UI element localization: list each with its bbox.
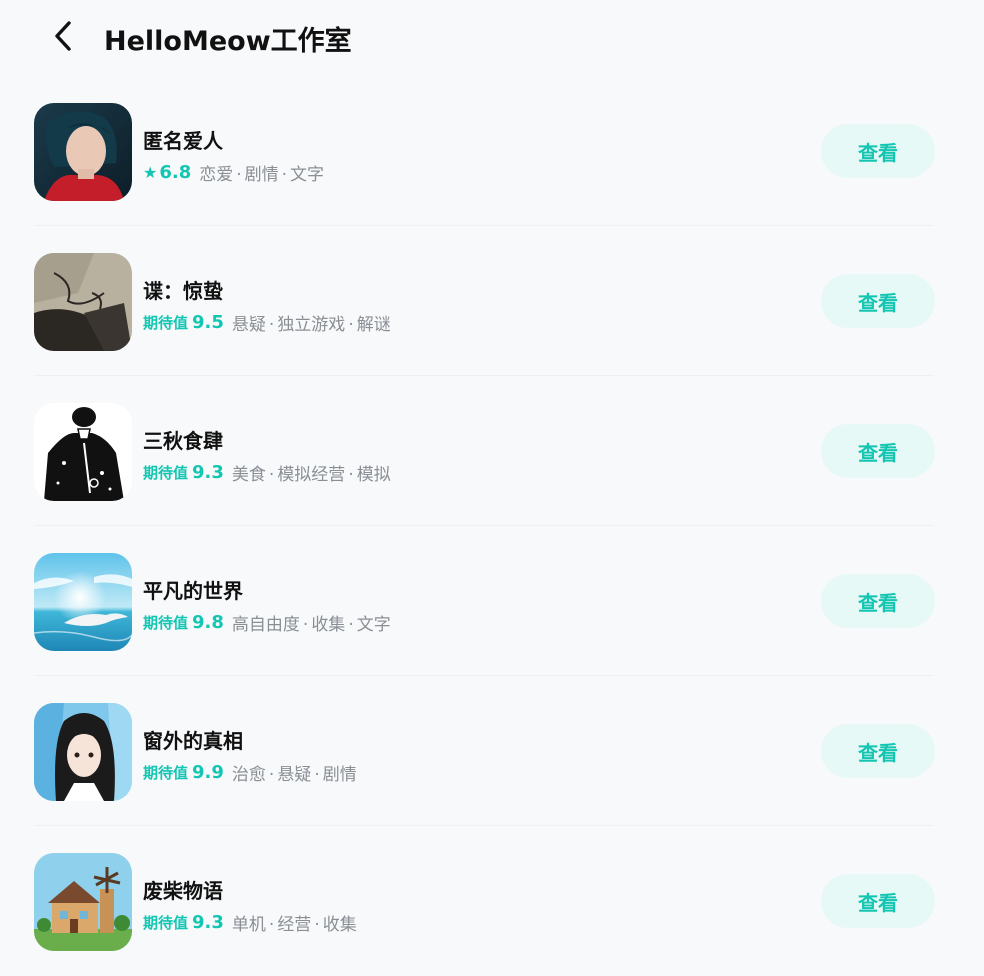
anticipation: 期待值 9.3 bbox=[143, 462, 224, 483]
game-meta: 期待值 9.9 治愈 · 悬疑 · 剧情 bbox=[143, 760, 357, 785]
back-button[interactable] bbox=[48, 18, 78, 54]
tags: 治愈 · 悬疑 · 剧情 bbox=[231, 765, 357, 785]
page-title: HelloMeow工作室 bbox=[104, 26, 352, 57]
star-icon: ★ bbox=[143, 163, 158, 182]
anticipation-value: 9.3 bbox=[192, 462, 224, 483]
anticipation-value: 9.9 bbox=[192, 762, 224, 783]
tags: 悬疑 · 独立游戏 · 解谜 bbox=[231, 315, 391, 335]
game-meta: ★ 6.8 恋爱 · 剧情 · 文字 bbox=[143, 160, 324, 185]
tags: 单机 · 经营 · 收集 bbox=[231, 915, 357, 935]
game-icon-truth-outside-window bbox=[34, 703, 132, 801]
anticipation-value: 9.8 bbox=[192, 612, 224, 633]
list-item[interactable]: 窗外的真相 期待值 9.9 治愈 · 悬疑 · 剧情 查看 bbox=[0, 676, 984, 826]
tag: 悬疑 bbox=[231, 315, 266, 335]
tag: 单机 bbox=[231, 915, 266, 935]
game-name: 匿名爱人 bbox=[143, 129, 223, 153]
tag: 独立游戏 bbox=[277, 315, 346, 335]
view-button[interactable]: 查看 bbox=[821, 124, 935, 178]
game-meta: 期待值 9.8 高自由度 · 收集 · 文字 bbox=[143, 610, 391, 635]
tag: 模拟经营 bbox=[277, 465, 346, 485]
header: HelloMeow工作室 bbox=[0, 0, 984, 76]
tag: 收集 bbox=[311, 615, 346, 635]
list-item[interactable]: 废柴物语 期待值 9.3 单机 · 经营 · 收集 查看 bbox=[0, 826, 984, 976]
list-item[interactable]: 平凡的世界 期待值 9.8 高自由度 · 收集 · 文字 查看 bbox=[0, 526, 984, 676]
game-name: 平凡的世界 bbox=[143, 579, 243, 603]
tag: 文字 bbox=[290, 165, 325, 185]
view-button[interactable]: 查看 bbox=[821, 574, 935, 628]
tag: 剧情 bbox=[322, 765, 357, 785]
game-name: 谍：惊蛰 bbox=[143, 279, 223, 303]
tags: 高自由度 · 收集 · 文字 bbox=[231, 615, 391, 635]
view-button[interactable]: 查看 bbox=[821, 424, 935, 478]
view-button[interactable]: 查看 bbox=[821, 274, 935, 328]
tag: 治愈 bbox=[231, 765, 266, 785]
anticipation: 期待值 9.3 bbox=[143, 912, 224, 933]
tag: 经营 bbox=[277, 915, 312, 935]
list-item[interactable]: 匿名爱人 ★ 6.8 恋爱 · 剧情 · 文字 查看 bbox=[0, 76, 984, 226]
tag: 剧情 bbox=[244, 165, 279, 185]
tag: 恋爱 bbox=[199, 165, 234, 185]
view-button[interactable]: 查看 bbox=[821, 874, 935, 928]
anticipation-label: 期待值 bbox=[143, 614, 189, 632]
tag: 解谜 bbox=[356, 315, 391, 335]
tags: 恋爱 · 剧情 · 文字 bbox=[199, 165, 325, 185]
tag: 高自由度 bbox=[231, 615, 300, 635]
tags: 美食 · 模拟经营 · 模拟 bbox=[231, 465, 391, 485]
tag: 美食 bbox=[231, 465, 266, 485]
game-meta: 期待值 9.5 悬疑 · 独立游戏 · 解谜 bbox=[143, 310, 391, 335]
list-item[interactable]: 三秋食肆 期待值 9.3 美食 · 模拟经营 · 模拟 查看 bbox=[0, 376, 984, 526]
tag: 收集 bbox=[322, 915, 357, 935]
game-name: 窗外的真相 bbox=[143, 729, 243, 753]
list-item[interactable]: 谍：惊蛰 期待值 9.5 悬疑 · 独立游戏 · 解谜 查看 bbox=[0, 226, 984, 376]
game-icon-anonymous-lover bbox=[34, 103, 132, 201]
anticipation-label: 期待值 bbox=[143, 764, 189, 782]
chevron-left-icon bbox=[55, 21, 71, 51]
anticipation: 期待值 9.5 bbox=[143, 312, 224, 333]
game-list: 匿名爱人 ★ 6.8 恋爱 · 剧情 · 文字 查看 谍：惊蛰 期待值 9.5 … bbox=[0, 76, 984, 976]
game-meta: 期待值 9.3 单机 · 经营 · 收集 bbox=[143, 910, 357, 935]
game-icon-spy-jingzhe bbox=[34, 253, 132, 351]
game-icon-feichai-wuyu bbox=[34, 853, 132, 951]
game-icon-ordinary-world bbox=[34, 553, 132, 651]
rating-value: 6.8 bbox=[159, 162, 192, 183]
tag: 悬疑 bbox=[277, 765, 312, 785]
view-button[interactable]: 查看 bbox=[821, 724, 935, 778]
game-meta: 期待值 9.3 美食 · 模拟经营 · 模拟 bbox=[143, 460, 391, 485]
anticipation-value: 9.5 bbox=[192, 312, 224, 333]
anticipation-label: 期待值 bbox=[143, 464, 189, 482]
tag: 文字 bbox=[356, 615, 391, 635]
game-name: 废柴物语 bbox=[143, 879, 223, 903]
rating: ★ 6.8 bbox=[143, 162, 191, 183]
anticipation: 期待值 9.9 bbox=[143, 762, 224, 783]
anticipation: 期待值 9.8 bbox=[143, 612, 224, 633]
anticipation-value: 9.3 bbox=[192, 912, 224, 933]
tag: 模拟 bbox=[356, 465, 391, 485]
anticipation-label: 期待值 bbox=[143, 314, 189, 332]
game-icon-sanqiu-shisi bbox=[34, 403, 132, 501]
game-name: 三秋食肆 bbox=[143, 429, 223, 453]
anticipation-label: 期待值 bbox=[143, 914, 189, 932]
